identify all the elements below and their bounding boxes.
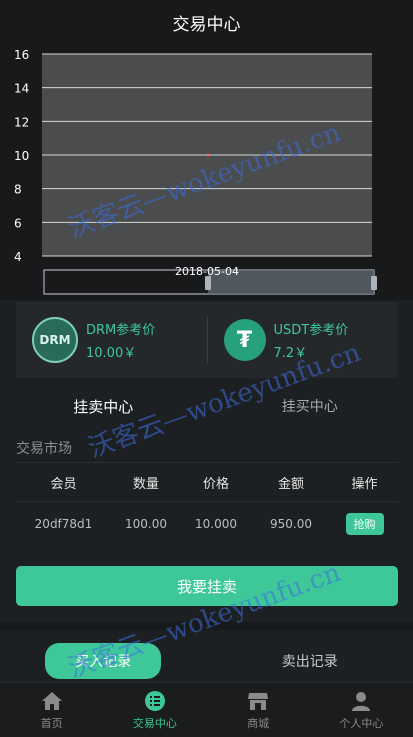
column-header: 价格 [181,473,251,492]
user-icon [350,690,372,712]
y-tick-label: 16 [14,48,29,62]
drm-coin-icon: DRM [32,317,78,363]
action-cell: 抢购 [331,513,398,535]
record-tabs: 买入记录 卖出记录 [0,640,413,682]
post-sell-button[interactable]: 我要挂卖 [16,566,398,606]
usdt-price-card: ₮ USDT参考价 7.2￥ [208,302,399,378]
market-title: 交易市场 [16,438,72,458]
buy-records-label: 买入记录 [45,643,161,679]
column-header: 金额 [251,473,331,492]
trade-icon [144,690,166,712]
tab-buy-center[interactable]: 挂买中心 [207,390,413,422]
market-table-header: 会员 数量 价格 金额 操作 [16,462,398,502]
y-tick-label: 10 [14,149,29,163]
quantity-cell: 100.00 [111,517,181,531]
nav-home-label: 首页 [41,715,63,731]
grab-button[interactable]: 抢购 [346,513,384,535]
nav-store[interactable]: 商城 [207,683,310,737]
column-header: 数量 [111,473,181,492]
nav-user[interactable]: 个人中心 [310,683,413,737]
x-tick-label: 2018-05-04 [175,265,239,278]
drm-price-card: DRM DRM参考价 10.00￥ [16,302,207,378]
y-tick-label: 14 [14,82,29,96]
tab-sell-center[interactable]: 挂卖中心 [0,390,207,422]
section-divider [0,622,413,630]
bottom-nav: 首页 交易中心 商城 个人中心 [0,682,413,737]
price-cell: 10.000 [181,517,251,531]
data-point [207,154,209,157]
reference-prices: DRM DRM参考价 10.00￥ ₮ USDT参考价 7.2￥ [16,302,398,378]
nav-trade-label: 交易中心 [133,715,177,731]
usdt-price-label: USDT参考价 [274,319,349,338]
price-chart[interactable]: 16 14 12 10 8 6 4 2018-05-04 [0,44,413,300]
nav-trade[interactable]: 交易中心 [103,683,206,737]
nav-user-label: 个人中心 [339,715,383,731]
column-header: 操作 [331,473,398,492]
nav-home[interactable]: 首页 [0,683,103,737]
member-cell: 20df78d1 [16,517,111,531]
y-tick-label: 4 [14,250,22,264]
y-tick-label: 6 [14,216,22,230]
drm-price-value: 10.00￥ [86,342,155,361]
zoom-handle-left [205,276,211,290]
y-tick-label: 12 [14,115,29,129]
tab-buy-records[interactable]: 买入记录 [0,640,207,682]
tab-sell-records[interactable]: 卖出记录 [207,640,413,682]
nav-store-label: 商城 [247,715,269,731]
home-icon [41,690,63,712]
store-icon [247,690,269,712]
usdt-coin-icon: ₮ [224,319,266,361]
y-tick-label: 8 [14,183,22,197]
order-tabs: 挂卖中心 挂买中心 [0,390,413,422]
page-title-text: 交易中心 [173,10,241,35]
page-title: 交易中心 [0,0,413,44]
amount-cell: 950.00 [251,517,331,531]
drm-price-label: DRM参考价 [86,319,155,338]
price-chart-svg: 16 14 12 10 8 6 4 2018-05-04 [0,44,413,300]
usdt-price-value: 7.2￥ [274,342,349,361]
column-header: 会员 [16,473,111,492]
zoom-handle-right [371,276,377,290]
table-row: 20df78d1 100.00 10.000 950.00 抢购 [16,505,398,543]
